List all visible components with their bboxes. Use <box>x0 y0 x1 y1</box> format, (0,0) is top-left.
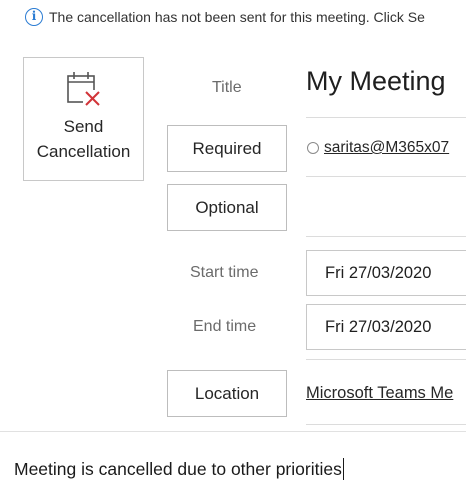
meeting-cancellation-form: i The cancellation has not been sent for… <box>0 0 466 496</box>
send-cancellation-label: Send Cancellation <box>36 117 131 161</box>
message-body-text: Meeting is cancelled due to other priori… <box>14 458 342 479</box>
title-underline <box>306 117 466 118</box>
optional-underline <box>306 236 466 237</box>
text-cursor <box>342 458 344 480</box>
body-separator <box>0 431 466 432</box>
time-underline <box>306 359 466 360</box>
required-button-label: Required <box>192 138 262 158</box>
location-button[interactable]: Location <box>167 370 287 417</box>
end-time-label: End time <box>193 318 257 335</box>
location-underline <box>306 424 466 425</box>
optional-button-label: Optional <box>195 197 259 217</box>
end-date-value: Fri 27/03/2020 <box>325 317 432 336</box>
info-bar: i The cancellation has not been sent for… <box>0 0 466 34</box>
title-label: Title <box>212 79 242 96</box>
required-button[interactable]: Required <box>167 125 287 172</box>
send-cancellation-button[interactable]: Send Cancellation <box>23 57 144 181</box>
start-date-field[interactable]: Fri 27/03/2020 <box>306 250 466 296</box>
start-time-label: Start time <box>190 264 259 281</box>
required-recipient-name: saritas@M365x07 <box>324 139 450 156</box>
end-date-field[interactable]: Fri 27/03/2020 <box>306 304 466 350</box>
location-button-label: Location <box>194 383 260 403</box>
start-date-value: Fri 27/03/2020 <box>325 263 432 282</box>
info-bar-message: The cancellation has not been sent for t… <box>49 9 425 25</box>
location-field[interactable]: Microsoft Teams Me <box>306 384 453 403</box>
presence-icon <box>307 142 319 154</box>
title-field[interactable]: My Meeting <box>306 66 446 97</box>
message-body[interactable]: Meeting is cancelled due to other priori… <box>14 458 344 480</box>
info-icon: i <box>25 8 43 26</box>
calendar-cancel-icon <box>66 72 101 106</box>
required-recipient[interactable]: saritas@M365x07 <box>307 139 449 157</box>
optional-button[interactable]: Optional <box>167 184 287 231</box>
required-underline <box>306 176 466 177</box>
